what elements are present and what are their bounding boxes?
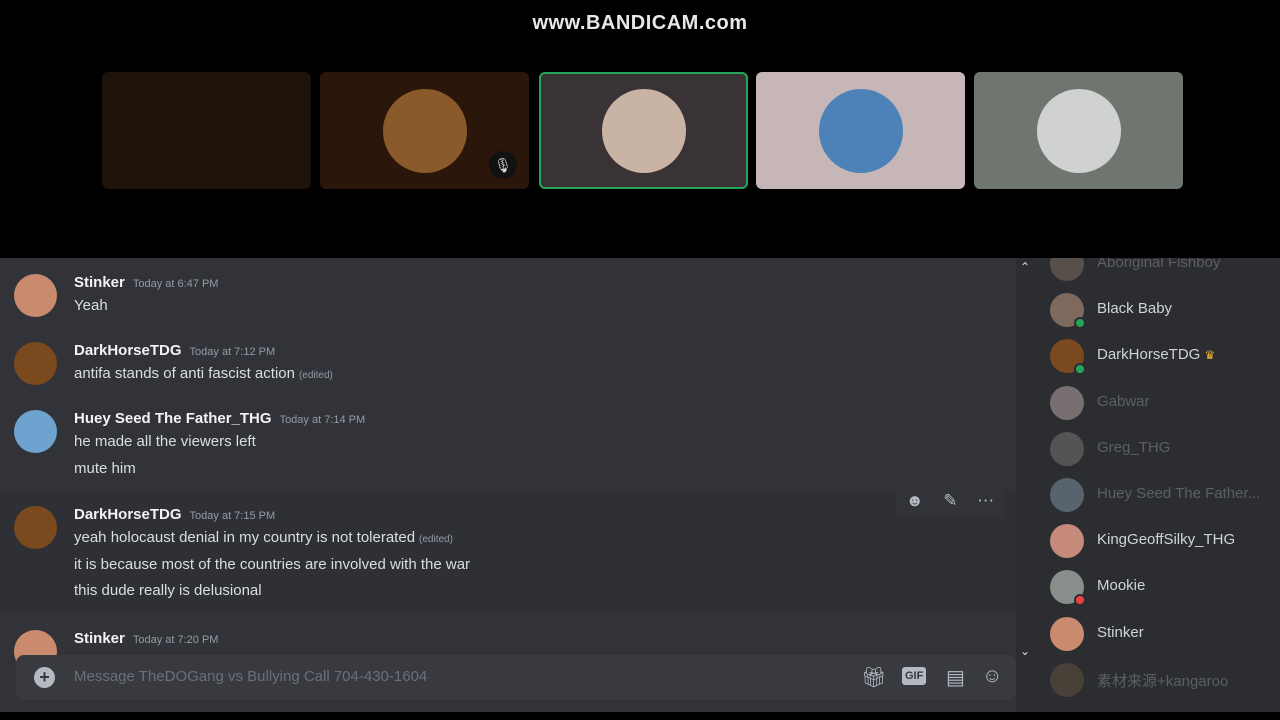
member-name: Greg_THG [1097, 438, 1171, 456]
status-online-icon [1074, 317, 1086, 330]
message-text: it is because most of the countries are … [74, 556, 471, 573]
timestamp: Today at 7:20 PM [132, 634, 219, 646]
add-attachment-button[interactable]: + [34, 667, 55, 688]
muted-mic-icon: 🎙︎ [489, 151, 517, 179]
member-name: Gabwar [1097, 392, 1150, 410]
timestamp: Today at 7:15 PM [189, 510, 276, 522]
message-text: he made all the viewers left [74, 433, 256, 450]
avatar [818, 88, 903, 173]
member-list: ⌃ ⌄ Aboriginal Fishboy Black Baby DarkHors… [1016, 258, 1280, 712]
status-online-icon [1074, 363, 1086, 376]
crown-icon: ♛ [1204, 348, 1216, 363]
member-name: 素材来源+kangaroo [1097, 672, 1229, 690]
edited-label: (edited) [298, 370, 333, 381]
message-author[interactable]: DarkHorseTDG Today at 7:12 PM [74, 342, 275, 359]
scroll-down-icon[interactable]: ⌄ [1020, 644, 1030, 658]
gift-icon[interactable]: 🎁︎ [861, 665, 886, 690]
status-dnd-icon [1074, 594, 1086, 607]
voice-tile[interactable]: 🎙︎ [320, 72, 529, 189]
avatar [601, 88, 686, 173]
member-name: Huey Seed The Father... [1097, 485, 1261, 502]
avatar[interactable] [14, 274, 57, 317]
member-name: Stinker [1097, 623, 1144, 641]
member-item[interactable]: Black Baby [1050, 293, 1280, 330]
avatar [382, 88, 467, 173]
message-toolbar: ☻ ✎ ⋯ [896, 484, 1004, 518]
member-item[interactable]: DarkHorseTDG ♛ [1050, 339, 1280, 376]
avatar [1050, 662, 1084, 697]
member-item[interactable]: Aboriginal Fishboy [1050, 258, 1280, 281]
voice-tile[interactable] [756, 72, 965, 189]
member-item[interactable]: Mookie [1050, 570, 1280, 607]
avatar[interactable] [14, 342, 57, 385]
member-name: DarkHorseTDG ♛ [1097, 346, 1216, 364]
edited-label: (edited) [419, 534, 453, 545]
member-item[interactable]: Stinker [1050, 616, 1280, 651]
message-text: Yeah [74, 297, 108, 314]
add-reaction-icon[interactable]: ☻ [906, 491, 924, 511]
timestamp: Today at 7:14 PM [279, 414, 366, 426]
avatar [1050, 478, 1084, 512]
gif-button[interactable]: GIF [902, 667, 927, 685]
voice-tile[interactable] [102, 72, 311, 189]
member-name: Mookie [1097, 577, 1146, 595]
message-text: this dude really is delusional [74, 582, 262, 599]
avatar [1050, 616, 1084, 651]
avatar [1050, 524, 1084, 559]
emoji-icon[interactable]: ☺ [982, 665, 1002, 688]
member-item[interactable]: Huey Seed The Father... [1050, 478, 1280, 512]
member-item[interactable]: KingGeoffSilky_THG [1050, 524, 1280, 559]
member-name: Black Baby [1097, 300, 1173, 318]
message-text: mute him [74, 460, 136, 477]
bandicam-watermark: www.BANDICAM.com [532, 12, 748, 34]
message-input[interactable]: Message TheDOGang vs Bullying Call 704-4… [74, 668, 427, 685]
avatar[interactable] [14, 506, 57, 549]
member-item[interactable]: Gabwar [1050, 385, 1280, 420]
message-author[interactable]: DarkHorseTDG Today at 7:15 PM [74, 506, 275, 523]
avatar[interactable] [14, 410, 57, 453]
voice-tile[interactable] [539, 72, 748, 189]
timestamp: Today at 7:12 PM [189, 346, 276, 358]
avatar [1050, 431, 1084, 466]
avatar [1036, 88, 1121, 173]
scroll-up-icon[interactable]: ⌃ [1020, 260, 1030, 274]
message-input-bar: + Message TheDOGang vs Bullying Call 704… [16, 655, 1016, 700]
message-author[interactable]: Stinker Today at 7:20 PM [74, 630, 218, 647]
sticker-icon[interactable]: ▤ [946, 665, 965, 690]
member-item[interactable]: Greg_THG [1050, 431, 1280, 466]
timestamp: Today at 6:47 PM [132, 278, 219, 290]
chat-area: Stinker Today at 6:47 PM Yeah DarkHorseTDG… [0, 258, 1016, 712]
member-item[interactable]: 素材来源+kangaroo [1050, 662, 1280, 697]
voice-tile[interactable] [974, 72, 1183, 189]
member-name: Aboriginal Fishboy [1097, 258, 1221, 271]
message-text: antifa stands of anti fascist action (edi… [74, 365, 333, 382]
member-name: KingGeoffSilky_THG [1097, 531, 1236, 549]
avatar [1050, 258, 1084, 281]
edit-icon[interactable]: ✎ [943, 491, 957, 511]
message-author[interactable]: Stinker Today at 6:47 PM [74, 274, 218, 291]
message-text: yeah holocaust denial in my country is n… [74, 529, 453, 546]
message-author[interactable]: Huey Seed The Father_THG Today at 7:14 PM [74, 410, 365, 427]
avatar [1050, 385, 1084, 420]
more-icon[interactable]: ⋯ [977, 491, 994, 511]
